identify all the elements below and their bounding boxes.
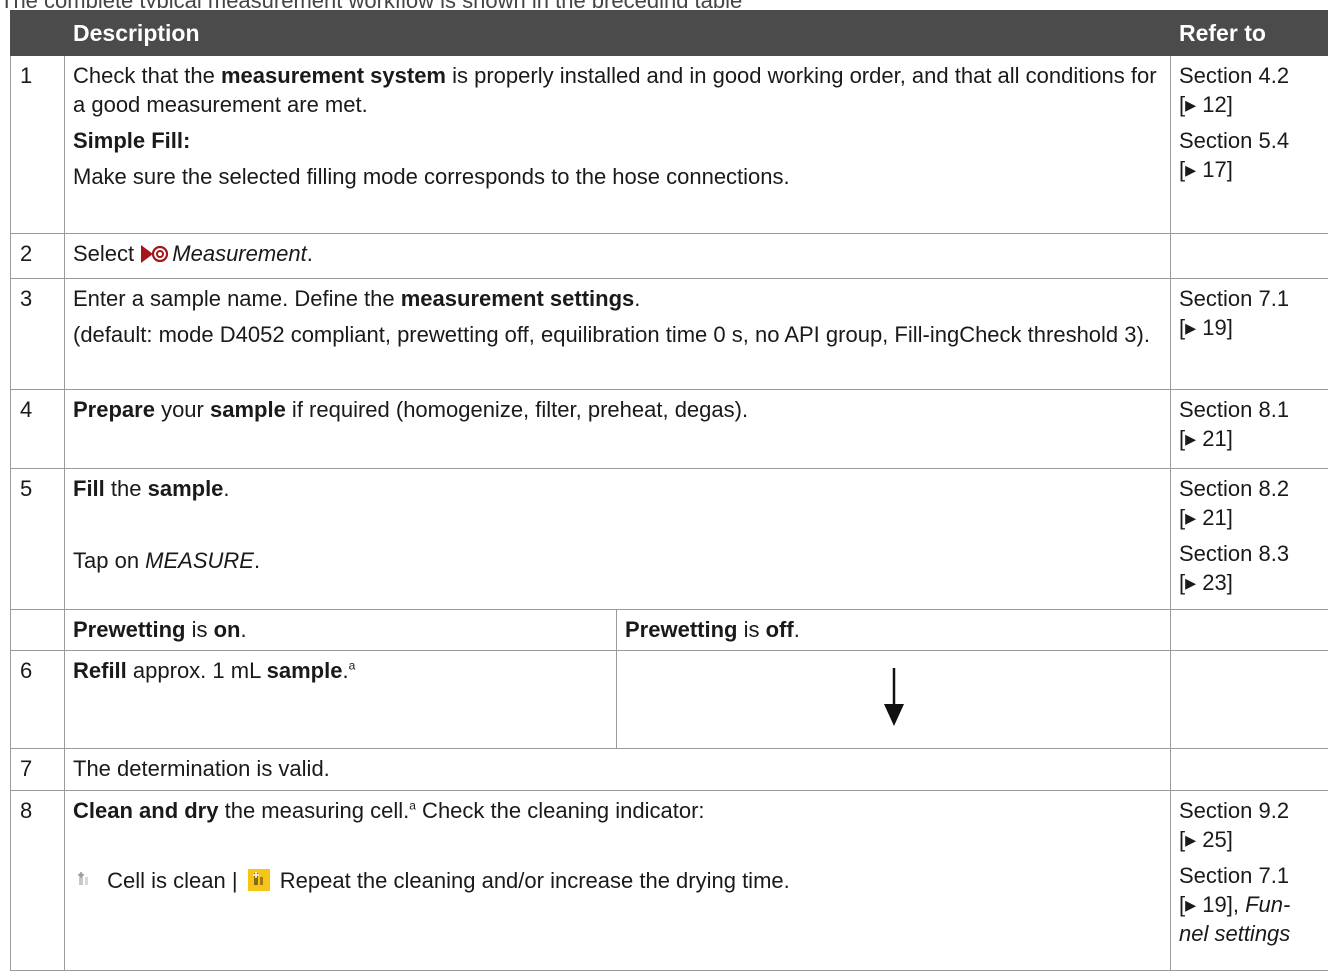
header-num bbox=[10, 10, 65, 56]
step-reference bbox=[1170, 609, 1328, 651]
arrow-down-icon bbox=[883, 668, 904, 726]
header-refer-to: Refer to bbox=[1170, 10, 1328, 56]
simple-fill-heading: Simple Fill: bbox=[73, 128, 191, 153]
branch-prewetting-on: Prewetting is on. bbox=[64, 609, 617, 651]
step-number: 4 bbox=[10, 389, 65, 469]
cell-dirty-icon bbox=[247, 869, 270, 891]
table-row: 8 Clean and dry the measuring cell.a Che… bbox=[10, 790, 1328, 971]
reference-link[interactable]: Section 8.2 [▸ 21] bbox=[1179, 474, 1320, 532]
step-reference bbox=[1170, 233, 1328, 279]
step-description: Enter a sample name. Define the measurem… bbox=[64, 278, 1171, 390]
table-row: Prewetting is on. Prewetting is off. bbox=[10, 609, 1328, 651]
workflow-table: Description Refer to 1 Check that the me… bbox=[10, 10, 1328, 971]
step-reference: Section 7.1 [▸ 19] bbox=[1170, 278, 1328, 390]
cell-clean-icon bbox=[73, 869, 95, 891]
step-description: Fill the sample. Tap on MEASURE. bbox=[64, 468, 1171, 610]
step-number: 5 bbox=[10, 468, 65, 610]
step-number: 7 bbox=[10, 748, 65, 791]
step-number bbox=[10, 609, 65, 651]
measurement-icon bbox=[140, 243, 172, 272]
table-row: 5 Fill the sample. Tap on MEASURE. Secti… bbox=[10, 468, 1328, 610]
step-description: Check that the measurement system is pro… bbox=[64, 55, 1171, 234]
step-description: Clean and dry the measuring cell.a Check… bbox=[64, 790, 1171, 971]
table-row: 4 Prepare your sample if required (homog… bbox=[10, 389, 1328, 469]
step-number: 1 bbox=[10, 55, 65, 234]
step-number: 3 bbox=[10, 278, 65, 390]
step-reference bbox=[1170, 748, 1328, 791]
table-row: 3 Enter a sample name. Define the measur… bbox=[10, 278, 1328, 390]
reference-link[interactable]: Section 5.4 [▸ 17] bbox=[1179, 126, 1320, 184]
reference-link[interactable]: Section 8.3 [▸ 23] bbox=[1179, 539, 1320, 597]
step-description: The determination is valid. bbox=[64, 748, 1171, 791]
step-reference: Section 4.2 [▸ 12] Section 5.4 [▸ 17] bbox=[1170, 55, 1328, 234]
step-reference: Section 8.2 [▸ 21] Section 8.3 [▸ 23] bbox=[1170, 468, 1328, 610]
table-row: 6 Refill approx. 1 mL sample.a bbox=[10, 650, 1328, 749]
table-row: 2 Select Measurement. bbox=[10, 233, 1328, 279]
table-row: 7 The determination is valid. bbox=[10, 748, 1328, 791]
step-description: Select Measurement. bbox=[64, 233, 1171, 279]
step-reference: Section 8.1 [▸ 21] bbox=[1170, 389, 1328, 469]
step-reference: Section 9.2 [▸ 25] Section 7.1 [▸ 19], Fun… bbox=[1170, 790, 1328, 971]
reference-link[interactable]: Section 9.2 [▸ 25] bbox=[1179, 796, 1320, 854]
branch-prewetting-off: Prewetting is off. bbox=[616, 609, 1171, 651]
step-number: 6 bbox=[10, 650, 65, 749]
step-number: 8 bbox=[10, 790, 65, 971]
reference-link[interactable]: Section 8.1 [▸ 21] bbox=[1179, 395, 1320, 453]
table-header-row: Description Refer to bbox=[10, 10, 1328, 56]
step-description: Refill approx. 1 mL sample.a bbox=[64, 650, 617, 749]
step-description: Prepare your sample if required (homogen… bbox=[64, 389, 1171, 469]
reference-link[interactable]: Section 7.1 [▸ 19] bbox=[1179, 284, 1320, 342]
top-caption: The complete typical measurement workflo… bbox=[0, 0, 1328, 8]
step-description bbox=[616, 650, 1171, 749]
table-row: 1 Check that the measurement system is p… bbox=[10, 55, 1328, 234]
step-reference bbox=[1170, 650, 1328, 749]
step-number: 2 bbox=[10, 233, 65, 279]
reference-link[interactable]: Section 4.2 [▸ 12] bbox=[1179, 61, 1320, 119]
reference-link[interactable]: Section 7.1 [▸ 19], Fun-nel settings bbox=[1179, 861, 1320, 948]
header-description: Description bbox=[64, 10, 1171, 56]
